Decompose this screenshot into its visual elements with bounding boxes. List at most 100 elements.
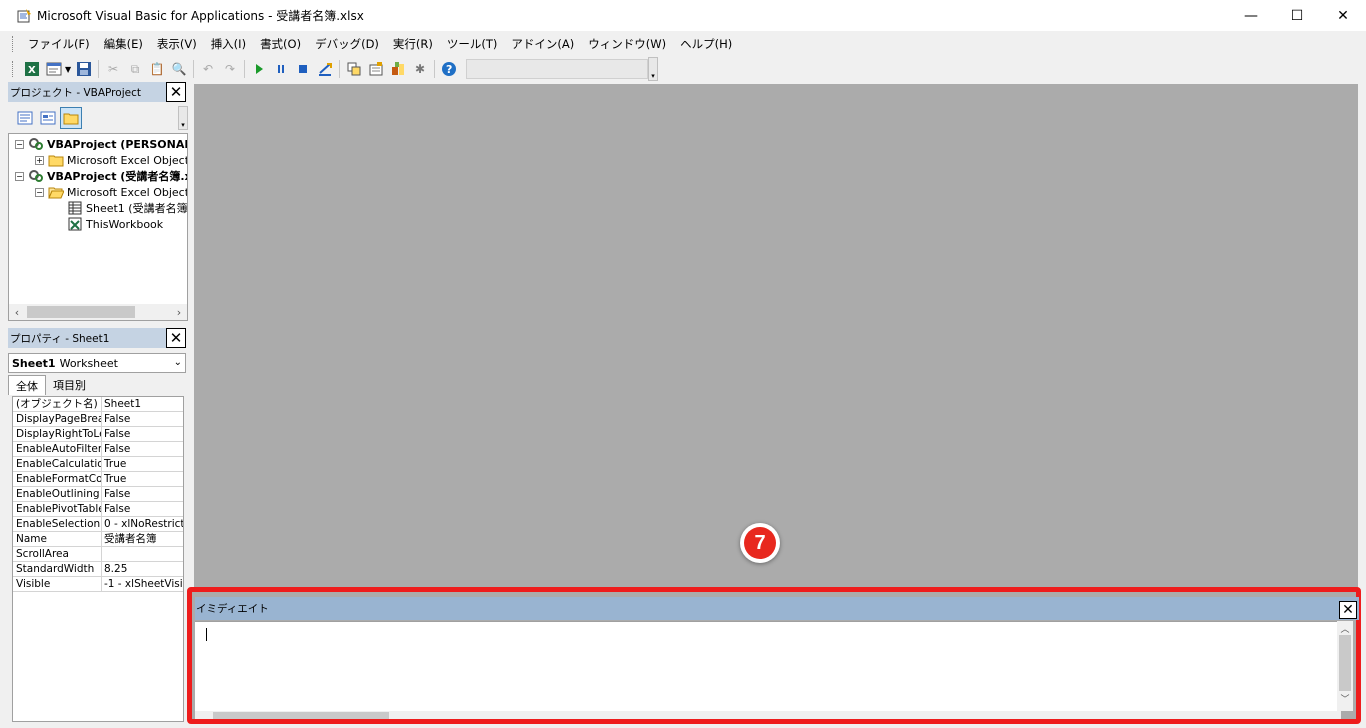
code-workspace[interactable] bbox=[194, 84, 1358, 589]
chevron-down-icon[interactable]: ▼ bbox=[65, 65, 73, 74]
break-icon[interactable] bbox=[271, 59, 291, 79]
property-value[interactable]: False bbox=[102, 412, 183, 426]
minimize-button[interactable]: — bbox=[1228, 0, 1274, 31]
menu-window[interactable]: ウィンドウ(W) bbox=[581, 33, 673, 55]
project-toolbar-overflow-button[interactable]: ▾ bbox=[178, 106, 188, 130]
tree-item[interactable]: ThisWorkbook bbox=[67, 216, 163, 232]
property-value[interactable]: False bbox=[102, 427, 183, 441]
property-value[interactable]: False bbox=[102, 487, 183, 501]
tree-item[interactable]: − Microsoft Excel Objects bbox=[35, 184, 188, 200]
property-value[interactable] bbox=[102, 547, 183, 561]
tree-item[interactable]: − VBAProject (PERSONAL.XLSB) bbox=[15, 136, 187, 152]
reset-icon[interactable] bbox=[293, 59, 313, 79]
tree-item-label: Microsoft Excel Objects bbox=[67, 185, 188, 199]
cut-icon[interactable]: ✂ bbox=[103, 59, 123, 79]
menu-edit[interactable]: 編集(E) bbox=[97, 33, 150, 55]
collapse-icon[interactable]: − bbox=[15, 171, 24, 181]
tree-item[interactable]: Sheet1 (受講者名簿) bbox=[67, 200, 187, 216]
menu-addins[interactable]: アドイン(A) bbox=[504, 33, 581, 55]
chevron-down-icon[interactable]: ⌄ bbox=[174, 357, 182, 368]
project-tree-hscrollbar[interactable]: ‹ › bbox=[9, 304, 187, 320]
menu-view[interactable]: 表示(V) bbox=[150, 33, 204, 55]
properties-icon[interactable] bbox=[366, 59, 386, 79]
property-value[interactable]: False bbox=[102, 502, 183, 516]
design-mode-icon[interactable] bbox=[315, 59, 335, 79]
property-value[interactable]: True bbox=[102, 457, 183, 471]
property-value[interactable]: 0 - xlNoRestrictions bbox=[102, 517, 183, 531]
tab-categorized[interactable]: 項目別 bbox=[46, 375, 93, 395]
property-value[interactable]: Sheet1 bbox=[102, 397, 183, 411]
insert-module-icon[interactable] bbox=[44, 59, 64, 79]
immediate-window-input[interactable] bbox=[195, 621, 1341, 711]
tree-item[interactable]: + Microsoft Excel Objects bbox=[35, 152, 187, 168]
property-value[interactable]: 8.25 bbox=[102, 562, 183, 576]
immediate-window-hscrollbar[interactable] bbox=[195, 711, 1341, 719]
tree-item-label: VBAProject (受講者名簿.xlsx) bbox=[47, 170, 187, 183]
view-object-icon[interactable] bbox=[37, 107, 59, 129]
run-icon[interactable] bbox=[249, 59, 269, 79]
menu-insert[interactable]: 挿入(I) bbox=[204, 33, 253, 55]
object-selector[interactable]: Sheet1 Worksheet ⌄ bbox=[8, 353, 186, 373]
property-row[interactable]: Visible-1 - xlSheetVisible bbox=[13, 577, 183, 592]
property-value[interactable]: False bbox=[102, 442, 183, 456]
scroll-left-icon[interactable]: ‹ bbox=[9, 304, 25, 320]
property-row[interactable]: EnableCalculation True bbox=[13, 457, 183, 472]
help-icon[interactable]: ? bbox=[439, 59, 459, 79]
property-name: EnableCalculation bbox=[13, 457, 102, 471]
menu-format[interactable]: 書式(O) bbox=[253, 33, 308, 55]
close-button[interactable]: ✕ bbox=[1320, 0, 1366, 31]
scroll-down-icon[interactable]: ﹀ bbox=[1337, 691, 1353, 705]
property-row[interactable]: DisplayRightToLeftFalse bbox=[13, 427, 183, 442]
object-browser-icon[interactable] bbox=[388, 59, 408, 79]
toolbar-overflow-button[interactable]: ▾ bbox=[648, 57, 658, 81]
toggle-folders-icon[interactable] bbox=[60, 107, 82, 129]
property-row[interactable]: EnableOutlining False bbox=[13, 487, 183, 502]
tab-alphabetic[interactable]: 全体 bbox=[8, 375, 46, 395]
menu-debug[interactable]: デバッグ(D) bbox=[308, 33, 386, 55]
property-value[interactable]: 受講者名簿 bbox=[102, 532, 183, 546]
expand-icon[interactable]: + bbox=[35, 155, 44, 165]
menu-tools[interactable]: ツール(T) bbox=[440, 33, 505, 55]
find-icon[interactable]: 🔍 bbox=[169, 59, 189, 79]
property-row[interactable]: Name 受講者名簿 bbox=[13, 532, 183, 547]
property-row[interactable]: StandardWidth 8.25 bbox=[13, 562, 183, 577]
property-value[interactable]: True bbox=[102, 472, 183, 486]
immediate-window-vscrollbar[interactable]: ︿ ﹀ bbox=[1337, 621, 1353, 711]
property-row[interactable]: DisplayPageBreaksFalse bbox=[13, 412, 183, 427]
toolbox-icon[interactable]: ✱ bbox=[410, 59, 430, 79]
project-pane-close-button[interactable]: ✕ bbox=[166, 82, 186, 102]
save-icon[interactable] bbox=[74, 59, 94, 79]
menu-run[interactable]: 実行(R) bbox=[386, 33, 440, 55]
scroll-up-icon[interactable]: ︿ bbox=[1337, 621, 1353, 635]
property-row[interactable]: EnableFormatConditionsCalculationTrue bbox=[13, 472, 183, 487]
undo-icon[interactable]: ↶ bbox=[198, 59, 218, 79]
toolbar-grip[interactable] bbox=[12, 61, 15, 77]
collapse-icon[interactable]: − bbox=[15, 139, 24, 149]
immediate-window-close-button[interactable]: ✕ bbox=[1339, 601, 1357, 619]
property-row[interactable]: (オブジェクト名) Sheet1 bbox=[13, 397, 183, 412]
menu-help[interactable]: ヘルプ(H) bbox=[673, 33, 739, 55]
property-row[interactable]: EnableSelection0 - xlNoRestrictions bbox=[13, 517, 183, 532]
property-row[interactable]: ScrollArea bbox=[13, 547, 183, 562]
properties-pane-close-button[interactable]: ✕ bbox=[166, 328, 186, 348]
property-row[interactable]: EnableAutoFilter False bbox=[13, 442, 183, 457]
property-value[interactable]: -1 - xlSheetVisible bbox=[102, 577, 183, 591]
scroll-right-icon[interactable]: › bbox=[171, 304, 187, 320]
menu-grip[interactable] bbox=[12, 35, 15, 52]
properties-grid[interactable]: (オブジェクト名)Sheet1 DisplayPageBreaksFalse D… bbox=[12, 396, 184, 722]
copy-icon[interactable]: ⧉ bbox=[125, 59, 145, 79]
collapse-icon[interactable]: − bbox=[35, 187, 44, 197]
maximize-button[interactable]: ☐ bbox=[1274, 0, 1320, 31]
paste-icon[interactable]: 📋 bbox=[147, 59, 167, 79]
view-code-icon[interactable] bbox=[14, 107, 36, 129]
tree-item[interactable]: − VBAProject (受講者名簿.xlsx) bbox=[15, 168, 187, 184]
excel-icon[interactable]: X bbox=[22, 59, 42, 79]
scroll-thumb[interactable] bbox=[1339, 635, 1351, 691]
redo-icon[interactable]: ↷ bbox=[220, 59, 240, 79]
project-explorer-icon[interactable] bbox=[344, 59, 364, 79]
scroll-thumb[interactable] bbox=[27, 306, 135, 318]
menu-file[interactable]: ファイル(F) bbox=[21, 33, 97, 55]
property-row[interactable]: EnablePivotTable False bbox=[13, 502, 183, 517]
scroll-thumb[interactable] bbox=[213, 712, 389, 719]
project-tree[interactable]: − VBAProject (PERSONAL.XLSB) + Microsoft… bbox=[8, 133, 188, 321]
